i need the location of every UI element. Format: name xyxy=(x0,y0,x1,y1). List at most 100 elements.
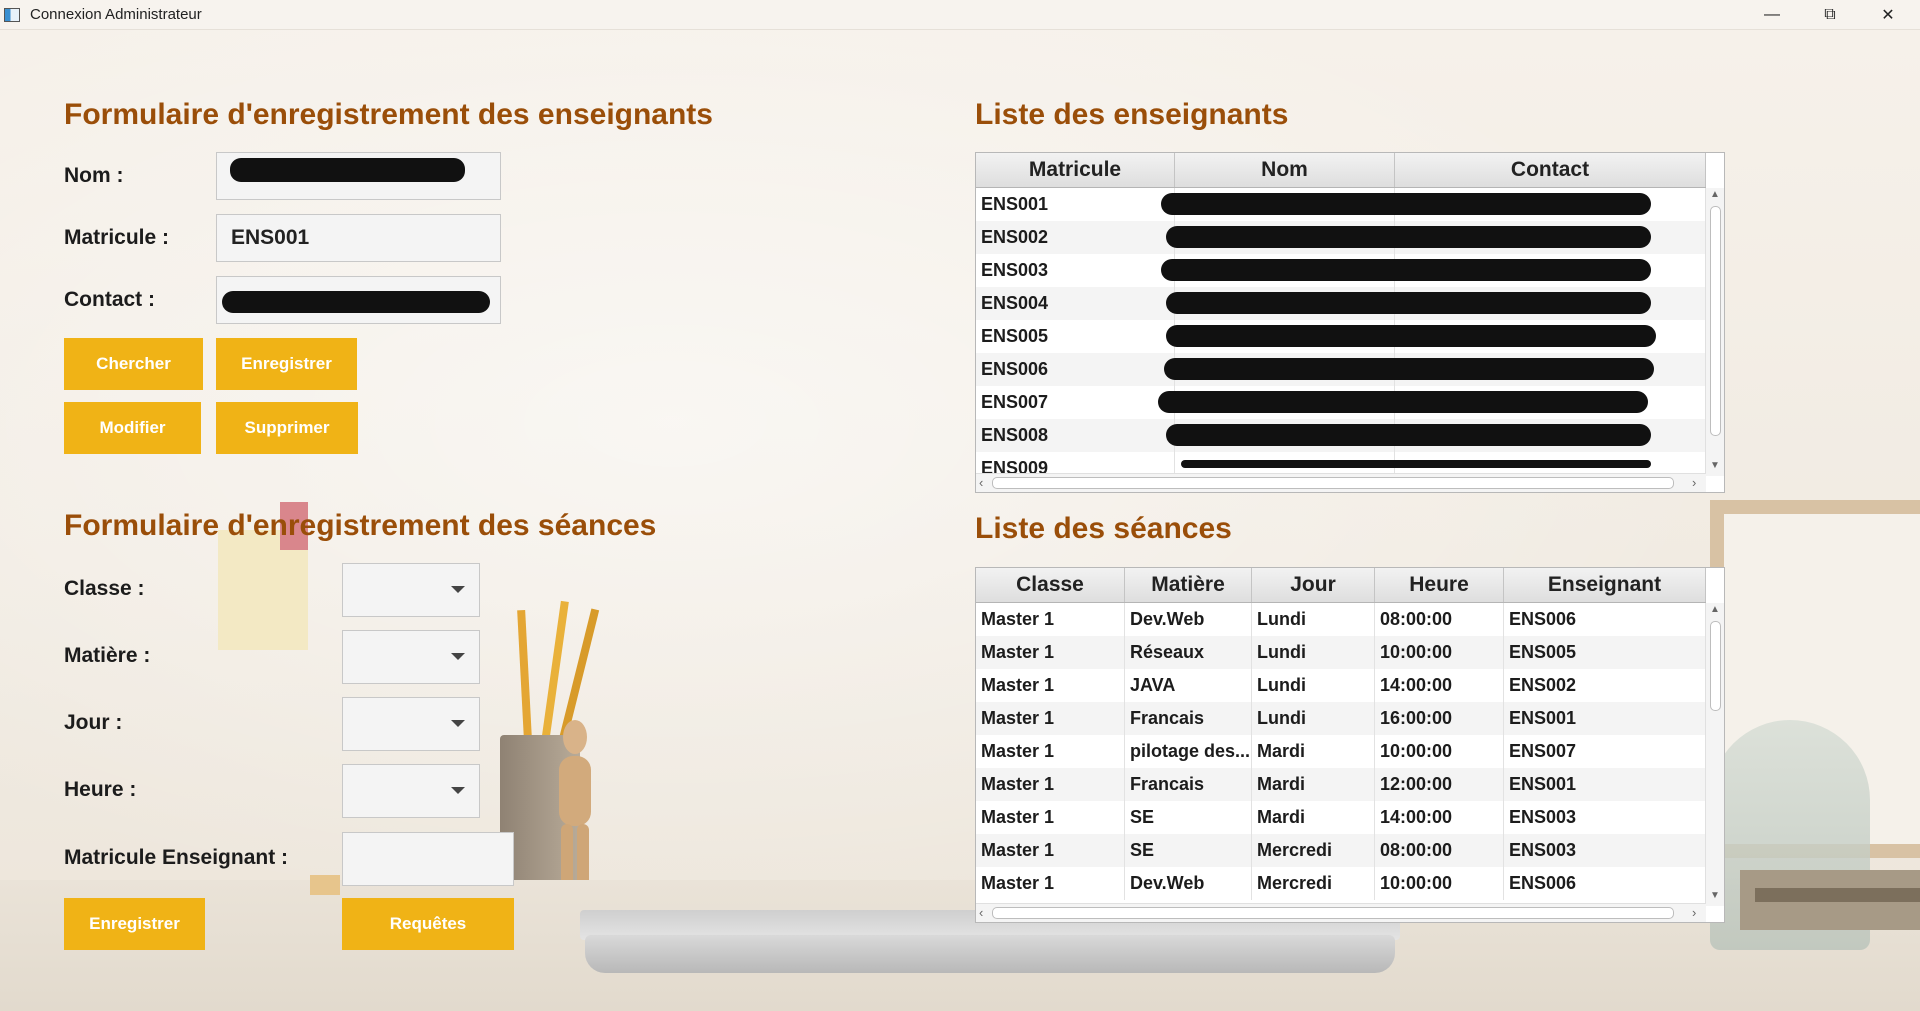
teachers-table[interactable]: Matricule Nom Contact ENS001 ENS002 ENS003… xyxy=(975,152,1725,493)
vertical-scrollbar[interactable]: ▲ ▼ xyxy=(1705,188,1724,476)
enregistrer-session-button[interactable]: Enregistrer xyxy=(64,898,205,950)
restore-icon[interactable]: ⧉ xyxy=(1801,0,1859,29)
minimize-icon[interactable]: — xyxy=(1743,0,1801,29)
close-icon[interactable]: ✕ xyxy=(1859,0,1917,29)
table-row[interactable]: Master 1 SE Mercredi 08:00:00 ENS003 xyxy=(976,834,1707,867)
horizontal-scrollbar[interactable]: ‹ › xyxy=(976,473,1706,492)
chevron-down-icon xyxy=(451,653,465,660)
scroll-thumb[interactable] xyxy=(992,907,1674,919)
table-row[interactable]: Master 1 pilotage des... Mardi 10:00:00 ENS0… xyxy=(976,735,1707,768)
chercher-button[interactable]: Chercher xyxy=(64,338,203,390)
sessions-table[interactable]: Classe Matière Jour Heure Enseignant Mas… xyxy=(975,567,1725,923)
table-cell: Master 1 xyxy=(976,702,1125,735)
column-header[interactable]: Contact xyxy=(1395,153,1706,187)
table-row[interactable]: ENS004 xyxy=(976,287,1707,320)
matricule-enseignant-field[interactable] xyxy=(342,832,514,886)
table-row[interactable]: Master 1 Francais Mardi 12:00:00 ENS001 xyxy=(976,768,1707,801)
table-cell: ENS002 xyxy=(1504,669,1706,702)
table-cell: ENS008 xyxy=(976,419,1175,452)
table-row[interactable]: Master 1 Dev.Web Mercredi 10:00:00 ENS006 xyxy=(976,867,1707,900)
table-row[interactable]: Master 1 Réseaux Lundi 10:00:00 ENS005 xyxy=(976,636,1707,669)
classe-select[interactable] xyxy=(342,563,480,617)
scroll-thumb[interactable] xyxy=(1710,621,1721,711)
table-cell: ENS005 xyxy=(976,320,1175,353)
scroll-right-icon[interactable]: › xyxy=(1692,474,1696,492)
requetes-button[interactable]: Requêtes xyxy=(342,898,514,950)
column-header[interactable]: Nom xyxy=(1175,153,1395,187)
redaction-bar xyxy=(1166,325,1656,347)
table-header: Classe Matière Jour Heure Enseignant xyxy=(976,568,1706,603)
column-header[interactable]: Classe xyxy=(976,568,1125,602)
scroll-thumb[interactable] xyxy=(1710,206,1721,436)
heure-select[interactable] xyxy=(342,764,480,818)
scroll-left-icon[interactable]: ‹ xyxy=(979,474,983,492)
redaction-bar xyxy=(1166,226,1651,248)
table-row[interactable]: ENS002 xyxy=(976,221,1707,254)
scroll-left-icon[interactable]: ‹ xyxy=(979,904,983,922)
table-cell: 10:00:00 xyxy=(1375,867,1504,900)
table-row[interactable]: ENS001 xyxy=(976,188,1707,221)
table-cell: pilotage des... xyxy=(1125,735,1252,768)
table-cell: Réseaux xyxy=(1125,636,1252,669)
scroll-up-icon[interactable]: ▲ xyxy=(1710,604,1720,615)
scroll-up-icon[interactable]: ▲ xyxy=(1710,189,1720,200)
table-row[interactable]: ENS003 xyxy=(976,254,1707,287)
table-cell: Mardi xyxy=(1252,768,1375,801)
table-cell: ENS005 xyxy=(1504,636,1706,669)
column-header[interactable]: Matière xyxy=(1125,568,1252,602)
table-row[interactable]: Master 1 Dev.Web Lundi 08:00:00 ENS006 xyxy=(976,603,1707,636)
scroll-down-icon[interactable]: ▼ xyxy=(1710,460,1720,471)
nom-label: Nom : xyxy=(64,164,124,187)
table-cell: Mercredi xyxy=(1252,867,1375,900)
redaction-bar xyxy=(1161,193,1651,215)
enregistrer-teacher-button[interactable]: Enregistrer xyxy=(216,338,357,390)
jour-select[interactable] xyxy=(342,697,480,751)
column-header[interactable]: Heure xyxy=(1375,568,1504,602)
table-cell: ENS009 xyxy=(976,452,1175,475)
table-cell: SE xyxy=(1125,801,1252,834)
table-cell: 16:00:00 xyxy=(1375,702,1504,735)
contact-label: Contact : xyxy=(64,288,155,311)
table-row[interactable]: ENS006 xyxy=(976,353,1707,386)
table-row[interactable]: Master 1 SE Mardi 14:00:00 ENS003 xyxy=(976,801,1707,834)
table-cell: JAVA xyxy=(1125,669,1252,702)
table-cell: Lundi xyxy=(1252,636,1375,669)
horizontal-scrollbar[interactable]: ‹ › xyxy=(976,903,1706,922)
column-header[interactable]: Matricule xyxy=(976,153,1175,187)
scroll-down-icon[interactable]: ▼ xyxy=(1710,890,1720,901)
scroll-right-icon[interactable]: › xyxy=(1692,904,1696,922)
matricule-field[interactable]: ENS001 xyxy=(216,214,501,262)
heure-label: Heure : xyxy=(64,778,137,801)
table-row[interactable]: ENS008 xyxy=(976,419,1707,452)
chevron-down-icon xyxy=(451,787,465,794)
table-cell: 08:00:00 xyxy=(1375,834,1504,867)
table-cell: Lundi xyxy=(1252,669,1375,702)
table-cell: ENS006 xyxy=(1504,603,1706,636)
scroll-thumb[interactable] xyxy=(992,477,1674,489)
table-row[interactable]: ENS009 xyxy=(976,452,1707,475)
table-cell: Master 1 xyxy=(976,636,1125,669)
table-cell: Dev.Web xyxy=(1125,867,1252,900)
table-cell: Master 1 xyxy=(976,801,1125,834)
supprimer-button[interactable]: Supprimer xyxy=(216,402,358,454)
table-row[interactable]: ENS005 xyxy=(976,320,1707,353)
jour-label: Jour : xyxy=(64,711,123,734)
table-cell: ENS007 xyxy=(1504,735,1706,768)
table-cell: Francais xyxy=(1125,768,1252,801)
table-cell: Master 1 xyxy=(976,669,1125,702)
table-row[interactable]: Master 1 JAVA Lundi 14:00:00 ENS002 xyxy=(976,669,1707,702)
redaction-bar xyxy=(1166,292,1651,314)
table-cell: ENS006 xyxy=(976,353,1175,386)
app-icon xyxy=(4,7,20,22)
table-cell: 08:00:00 xyxy=(1375,603,1504,636)
modifier-button[interactable]: Modifier xyxy=(64,402,201,454)
redaction-bar xyxy=(1158,391,1648,413)
column-header[interactable]: Enseignant xyxy=(1504,568,1706,602)
matiere-select[interactable] xyxy=(342,630,480,684)
table-row[interactable]: ENS007 xyxy=(976,386,1707,419)
column-header[interactable]: Jour xyxy=(1252,568,1375,602)
table-row[interactable]: Master 1 Francais Lundi 16:00:00 ENS001 xyxy=(976,702,1707,735)
redaction-bar xyxy=(1161,259,1651,281)
redaction-bar xyxy=(230,158,465,182)
vertical-scrollbar[interactable]: ▲ ▼ xyxy=(1705,603,1724,906)
